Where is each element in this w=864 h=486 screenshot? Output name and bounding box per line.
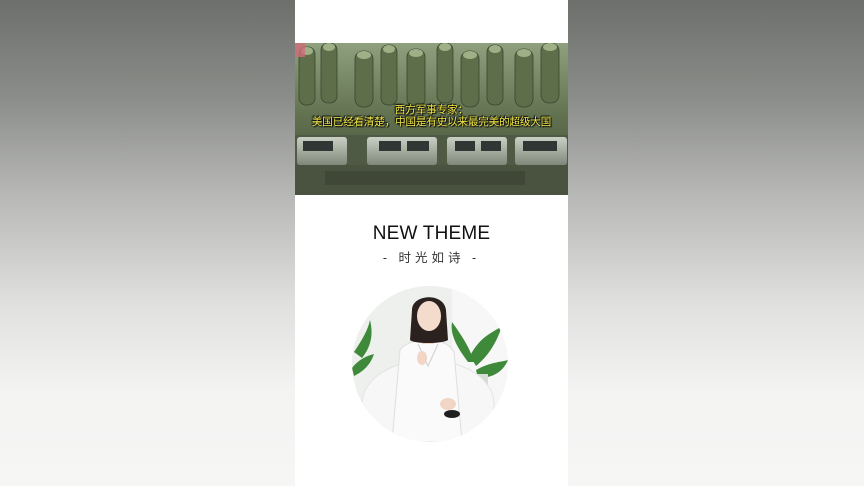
- video-player[interactable]: 西方军事专家： 美国已经看清楚，中国是有史以来最完美的超级大国: [295, 43, 568, 195]
- woman-portrait-avatar-icon: [352, 286, 508, 442]
- content-panel: 西方军事专家： 美国已经看清楚，中国是有史以来最完美的超级大国 NEW THEM…: [295, 0, 568, 486]
- left-blurred-background: [0, 0, 295, 486]
- video-caption-line-2: 美国已经看清楚，中国是有史以来最完美的超级大国: [311, 116, 552, 128]
- avatar: [352, 286, 508, 442]
- theme-title: NEW THEME: [372, 223, 491, 244]
- theme-subtitle: - 时光如诗 -: [382, 251, 481, 265]
- right-blurred-background: [568, 0, 864, 486]
